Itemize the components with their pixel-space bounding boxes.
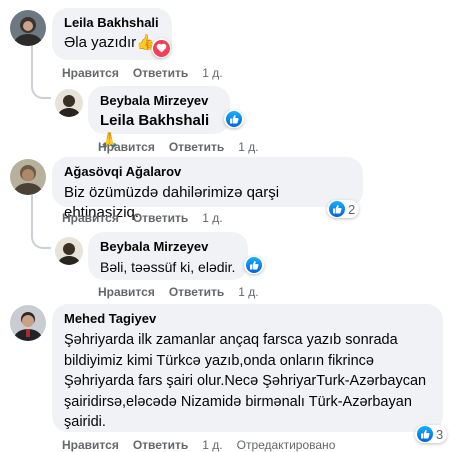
thread-line bbox=[31, 195, 51, 249]
avatar-photo-icon bbox=[10, 159, 46, 195]
timestamp[interactable]: 1 д. bbox=[238, 140, 258, 154]
avatar[interactable] bbox=[10, 10, 46, 46]
comment-text-line: Şəhriyarda fars şairi olur.Necə Şəhriyar… bbox=[64, 373, 427, 389]
avatar-photo-icon bbox=[55, 237, 83, 265]
like-link[interactable]: Нравится bbox=[98, 140, 155, 154]
like-link[interactable]: Нравится bbox=[62, 66, 119, 80]
timestamp[interactable]: 1 д. bbox=[238, 285, 258, 299]
like-reaction-icon bbox=[417, 426, 433, 442]
reply-link[interactable]: Ответить bbox=[133, 66, 188, 80]
reaction-count: 2 bbox=[348, 201, 356, 217]
comment-bubble: Ağasövqi Ağalarov Biz özümüzdə dahilərim… bbox=[52, 157, 363, 221]
reaction-summary[interactable] bbox=[224, 110, 244, 128]
like-reaction-icon bbox=[329, 201, 345, 217]
avatar[interactable] bbox=[55, 89, 83, 117]
reply-link[interactable]: Ответить bbox=[169, 140, 224, 154]
comment-text: Bəli, təəssüf ki, elədir. bbox=[100, 259, 236, 275]
like-link[interactable]: Нравится bbox=[62, 211, 119, 225]
comment-text-line: şairidirsə,eləcədə Nizamidə birmənalı Tü… bbox=[64, 393, 412, 410]
avatar-photo-icon bbox=[10, 10, 46, 46]
avatar-photo-icon bbox=[55, 89, 83, 117]
comment-author[interactable]: Mehed Tagiyev bbox=[64, 311, 431, 327]
comment-actions: Нравится Ответить 1 д. bbox=[98, 285, 273, 299]
avatar[interactable] bbox=[10, 305, 46, 341]
heart-reaction-icon bbox=[153, 39, 170, 57]
avatar-photo-icon bbox=[10, 305, 46, 341]
reaction-summary[interactable] bbox=[152, 38, 171, 58]
timestamp[interactable]: 1 д. bbox=[202, 438, 222, 452]
avatar[interactable] bbox=[55, 237, 83, 265]
avatar[interactable] bbox=[10, 159, 46, 195]
comment-bubble: Mehed Tagiyev Şəhriyarda ilk zamanlar an… bbox=[52, 304, 443, 432]
reply-link[interactable]: Ответить bbox=[133, 438, 188, 452]
like-link[interactable]: Нравится bbox=[62, 438, 119, 452]
comment-text-line: Şəhriyarda ilk zamanlar ançaq farsca yaz… bbox=[64, 332, 398, 348]
comment-actions: Нравится Ответить 1 д. bbox=[62, 66, 237, 80]
reply-link[interactable]: Ответить bbox=[169, 285, 224, 299]
reaction-summary[interactable]: 3 bbox=[415, 425, 448, 443]
comment-text: Şəhriyarda ilk zamanlar ançaq farsca yaz… bbox=[64, 330, 431, 433]
comment-author[interactable]: Leila Bakhshali bbox=[64, 15, 160, 31]
reaction-summary[interactable]: 2 bbox=[327, 200, 360, 218]
comment-actions: Нравится Ответить 1 д. bbox=[98, 140, 273, 154]
like-reaction-icon bbox=[246, 257, 262, 273]
comment-text-line: şairidi. bbox=[64, 414, 106, 430]
reaction-summary[interactable] bbox=[244, 256, 264, 274]
comment-author[interactable]: Ağasövqi Ağalarov bbox=[64, 164, 351, 180]
comment-author[interactable]: Beybala Mirzeyev bbox=[100, 239, 236, 255]
reaction-count: 3 bbox=[436, 426, 444, 442]
comment-text-line: bildiyimiz kimi Türkcə yazıb,onda onları… bbox=[64, 352, 374, 369]
comment-bubble: Beybala Mirzeyev Bəli, təəssüf ki, elədi… bbox=[88, 232, 248, 280]
edited-label[interactable]: Отредактировано bbox=[237, 438, 336, 452]
comment-author[interactable]: Beybala Mirzeyev bbox=[100, 93, 218, 109]
comment-bubble: Beybala Mirzeyev Leila Bakhshali 🙏 bbox=[88, 86, 230, 149]
comment-text: Əla yazıdır bbox=[64, 34, 137, 51]
reply-link[interactable]: Ответить bbox=[133, 211, 188, 225]
comment-actions: Нравится Ответить 1 д. Отредактировано bbox=[62, 438, 349, 452]
mention-link[interactable]: Leila Bakhshali bbox=[100, 112, 209, 129]
like-reaction-icon bbox=[226, 111, 242, 127]
comment-actions: Нравится Ответить 1 д. bbox=[62, 211, 237, 225]
timestamp[interactable]: 1 д. bbox=[202, 66, 222, 80]
like-link[interactable]: Нравится bbox=[98, 285, 155, 299]
timestamp[interactable]: 1 д. bbox=[202, 211, 222, 225]
thread-line bbox=[31, 45, 51, 99]
